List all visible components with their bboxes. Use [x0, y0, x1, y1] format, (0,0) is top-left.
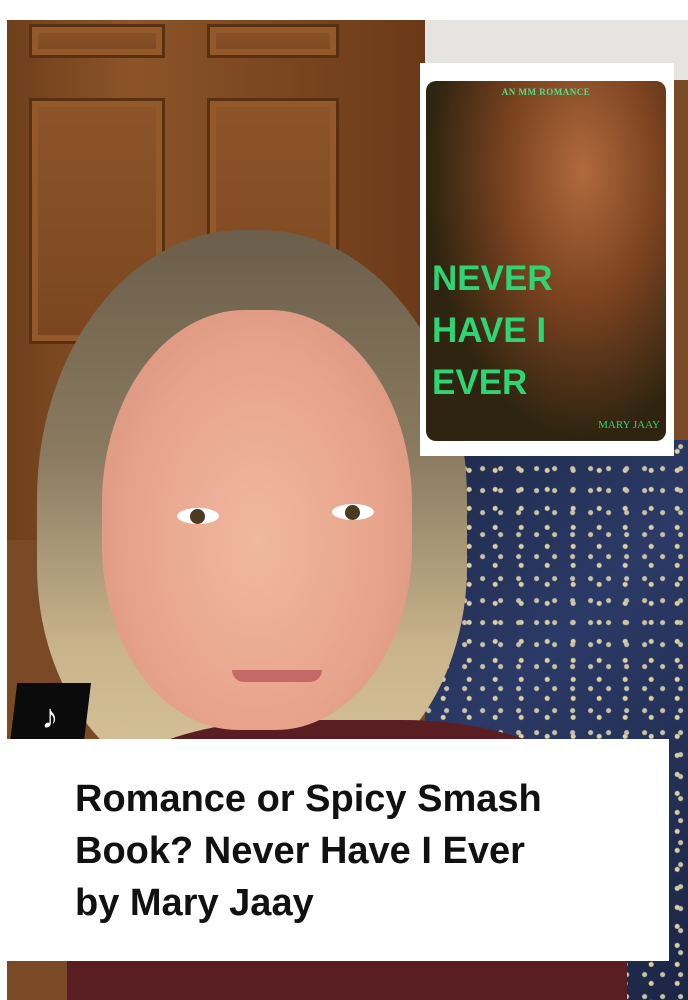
book-cover: AN MM ROMANCE NEVER HAVE I EVER MARY JAA…	[426, 81, 666, 441]
person-face	[102, 310, 412, 730]
left-eye	[177, 508, 219, 524]
cover-tagline: AN MM ROMANCE	[501, 87, 591, 97]
caption-text: Romance or Spicy Smash Book? Never Have …	[75, 773, 655, 929]
tiktok-icon: ♪	[41, 697, 59, 736]
right-eye	[332, 504, 374, 520]
caption-line: Romance or Spicy Smash	[75, 778, 542, 820]
caption-line: by Mary Jaay	[75, 882, 314, 924]
caption-line: Book? Never Have I Ever	[75, 830, 525, 872]
book-cover-card: AN MM ROMANCE NEVER HAVE I EVER MARY JAA…	[420, 63, 674, 456]
cover-author: MARY JAAY	[598, 419, 660, 431]
cover-title: NEVER HAVE I EVER	[432, 253, 592, 409]
caption-box: Romance or Spicy Smash Book? Never Have …	[7, 739, 669, 961]
cover-title-line: EVER	[432, 363, 528, 402]
cover-title-line: HAVE I	[432, 311, 547, 350]
cover-title-line: NEVER	[432, 259, 553, 298]
mouth	[232, 670, 322, 682]
